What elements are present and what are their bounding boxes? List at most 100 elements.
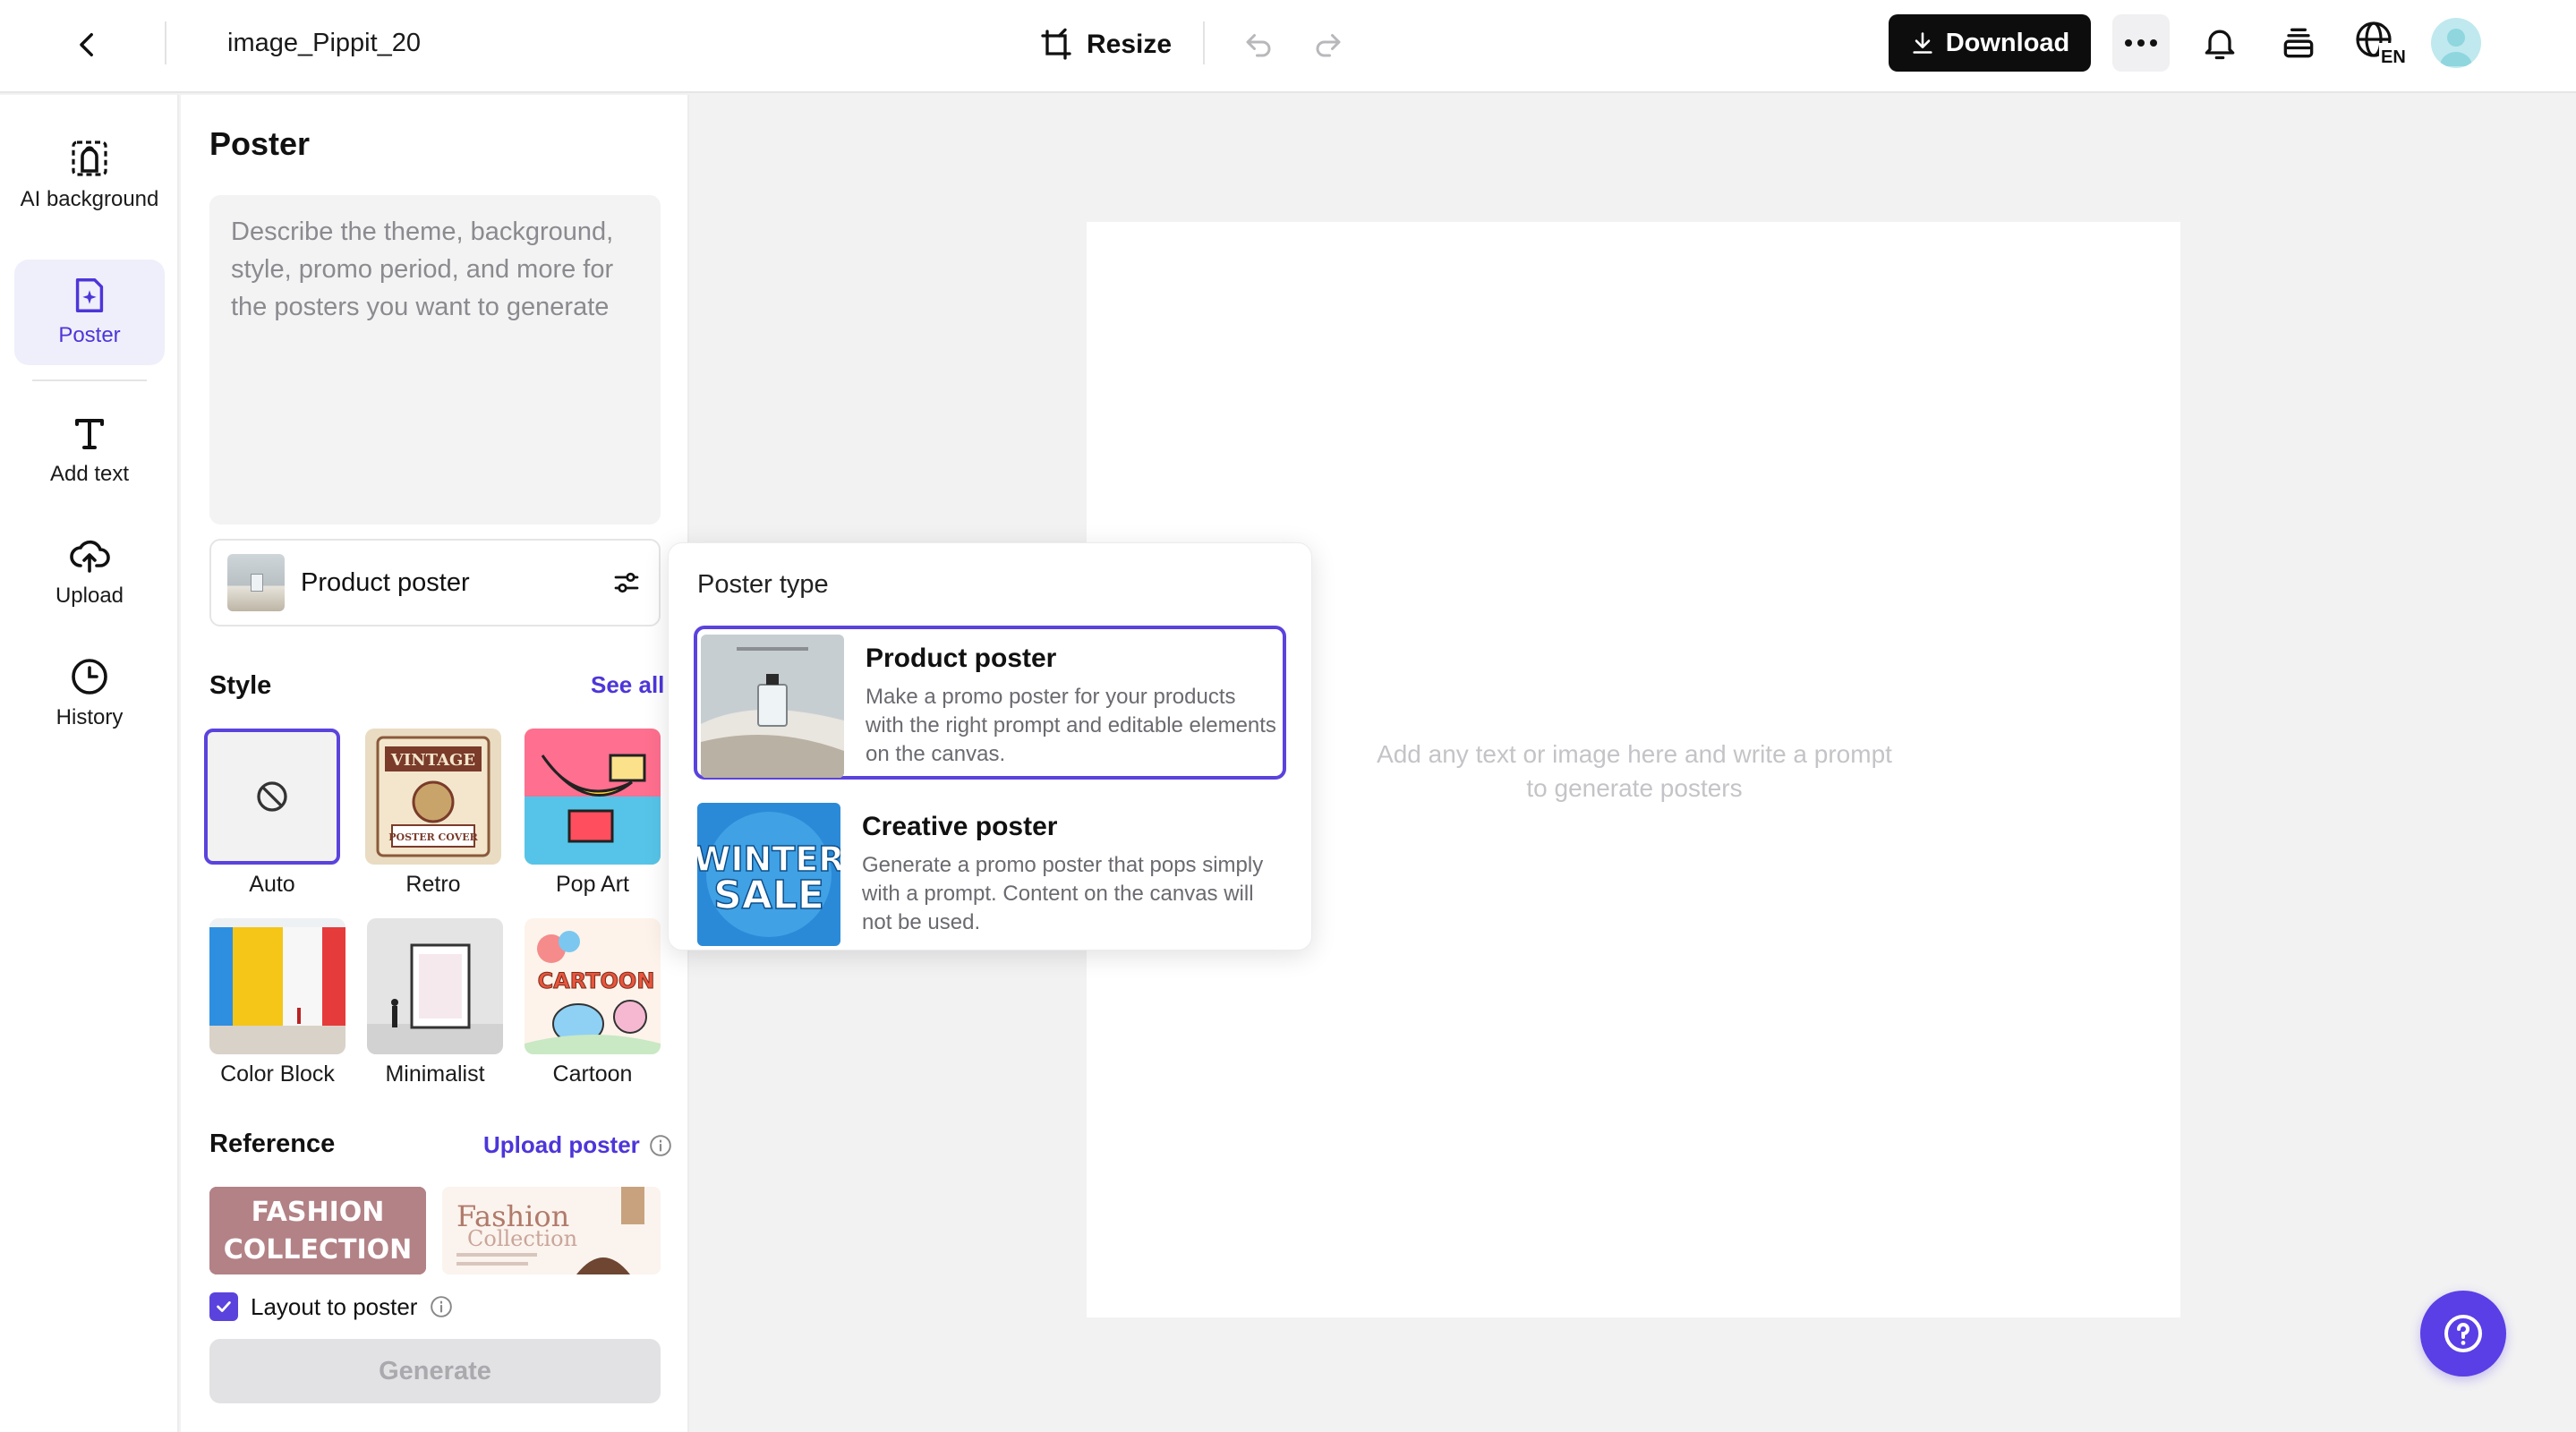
style-auto[interactable]: Auto xyxy=(204,729,340,898)
canvas-hint: Add any text or image here and write a p… xyxy=(1377,740,1892,802)
rail-label: AI background xyxy=(20,187,159,211)
svg-text:CARTOON: CARTOON xyxy=(538,968,655,993)
adjust-sliders-icon[interactable] xyxy=(610,567,643,599)
layers-stack-icon xyxy=(2283,28,2314,58)
style-label: Pop Art xyxy=(556,872,629,897)
generate-button[interactable]: Generate xyxy=(209,1339,661,1403)
back-button[interactable] xyxy=(63,20,113,70)
info-icon xyxy=(649,1134,671,1156)
check-icon xyxy=(217,1301,231,1312)
layout-to-poster-checkbox[interactable]: Layout to poster xyxy=(209,1292,453,1321)
style-retro-image: VINTAGE POSTER COVER xyxy=(365,729,501,865)
rail-item-upload[interactable]: Upload xyxy=(14,521,165,623)
undo-icon xyxy=(1246,34,1271,57)
style-label: Minimalist xyxy=(385,1061,485,1087)
workspace-button[interactable] xyxy=(2273,18,2324,68)
chevron-left-icon xyxy=(80,32,93,57)
option-description: Make a promo poster for your products wi… xyxy=(866,685,1276,766)
redo-button[interactable] xyxy=(1305,21,1352,68)
ai-background-icon xyxy=(72,141,107,176)
popover-title: Poster type xyxy=(697,570,829,599)
style-section-title: Style xyxy=(209,671,272,700)
clock-icon xyxy=(72,659,107,695)
svg-text:POSTER COVER: POSTER COVER xyxy=(388,831,478,843)
svg-text:FASHION: FASHION xyxy=(252,1197,385,1228)
reference-poster-1[interactable]: FASHION COLLECTION xyxy=(209,1187,426,1274)
poster-type-popover: Poster type Product poster Make a promo … xyxy=(668,542,1312,950)
rail-label: Add text xyxy=(49,462,130,486)
style-label: Auto xyxy=(249,872,295,897)
bell-icon xyxy=(2205,30,2235,60)
style-cartoon[interactable]: CARTOON Cartoon xyxy=(525,918,661,1087)
style-pop-art[interactable]: Pop Art xyxy=(525,729,661,898)
style-retro[interactable]: VINTAGE POSTER COVER Retro xyxy=(365,729,501,898)
text-icon xyxy=(75,419,104,449)
upload-cloud-icon xyxy=(70,540,110,573)
layout-to-poster-label: Layout to poster xyxy=(251,1292,418,1320)
download-icon xyxy=(1913,32,1932,54)
rail-label: Upload xyxy=(55,584,124,608)
top-bar: image_Pippit_20 Resize Download EN xyxy=(0,0,2576,93)
divider xyxy=(1203,21,1205,64)
style-color-block[interactable]: Color Block xyxy=(209,918,345,1087)
style-label: Cartoon xyxy=(552,1061,633,1087)
more-dots-icon xyxy=(2125,39,2157,47)
poster-panel: Poster Product poster Style See all Auto… xyxy=(181,95,689,1432)
style-minimalist-image xyxy=(367,918,503,1054)
svg-text:Collection: Collection xyxy=(467,1226,577,1251)
rail-item-history[interactable]: History xyxy=(14,643,165,745)
prompt-input[interactable] xyxy=(209,195,661,524)
reference-poster-2[interactable]: Fashion Collection xyxy=(442,1187,661,1274)
download-label: Download xyxy=(1945,28,2070,57)
upload-poster-label: Upload poster xyxy=(483,1131,640,1158)
help-question-icon xyxy=(2444,1315,2482,1352)
resize-label: Resize xyxy=(1087,30,1173,59)
svg-text:EN: EN xyxy=(2381,47,2406,66)
left-rail: AI background Poster Add text Upload His… xyxy=(0,95,179,1432)
product-poster-image xyxy=(701,635,844,778)
option-creative-poster[interactable]: WINTER SALE Creative poster Generate a p… xyxy=(694,797,1286,951)
upload-poster-link[interactable]: Upload poster xyxy=(483,1131,672,1159)
rail-label: Poster xyxy=(58,323,121,347)
divider xyxy=(165,21,166,64)
language-button[interactable]: EN xyxy=(2352,18,2410,68)
option-title: Creative poster xyxy=(862,812,1058,841)
resize-button[interactable]: Resize xyxy=(1038,20,1172,70)
style-label: Retro xyxy=(405,872,461,897)
panel-title: Poster xyxy=(209,125,311,162)
creative-poster-image: WINTER SALE xyxy=(697,803,840,946)
poster-type-select[interactable]: Product poster xyxy=(209,539,661,626)
download-button[interactable]: Download xyxy=(1889,14,2091,72)
style-color-block-image xyxy=(209,918,345,1054)
style-minimalist[interactable]: Minimalist xyxy=(367,918,503,1087)
checkbox-checked[interactable] xyxy=(209,1292,238,1321)
reference-section-title: Reference xyxy=(209,1129,336,1158)
more-options-button[interactable] xyxy=(2112,14,2170,72)
style-auto-image xyxy=(204,729,340,865)
poster-type-value: Product poster xyxy=(301,567,470,597)
rail-item-ai-background[interactable]: AI background xyxy=(14,122,165,229)
no-style-icon xyxy=(257,781,287,812)
project-title[interactable]: image_Pippit_20 xyxy=(227,25,421,61)
option-description: Generate a promo poster that pops simply… xyxy=(862,853,1264,934)
notifications-button[interactable] xyxy=(2195,18,2245,68)
style-label: Color Block xyxy=(220,1061,335,1087)
style-cartoon-image: CARTOON xyxy=(525,918,661,1054)
help-button[interactable] xyxy=(2420,1291,2506,1377)
rail-item-add-text[interactable]: Add text xyxy=(14,399,165,501)
see-all-styles-link[interactable]: See all xyxy=(591,671,664,699)
resize-icon xyxy=(1041,28,1071,60)
undo-button[interactable] xyxy=(1235,21,1282,68)
rail-item-poster[interactable]: Poster xyxy=(14,260,165,365)
poster-icon xyxy=(75,278,104,312)
option-product-poster[interactable]: Product poster Make a promo poster for y… xyxy=(694,626,1286,780)
user-avatar[interactable] xyxy=(2431,18,2481,68)
svg-text:VINTAGE: VINTAGE xyxy=(390,751,475,770)
product-poster-thumbnail xyxy=(227,554,285,611)
option-title: Product poster xyxy=(866,644,1057,673)
style-pop-art-image xyxy=(525,729,661,865)
avatar-person-icon xyxy=(2440,29,2472,66)
info-icon xyxy=(431,1296,453,1317)
redo-icon xyxy=(1316,34,1341,57)
globe-icon: EN xyxy=(2356,21,2406,66)
